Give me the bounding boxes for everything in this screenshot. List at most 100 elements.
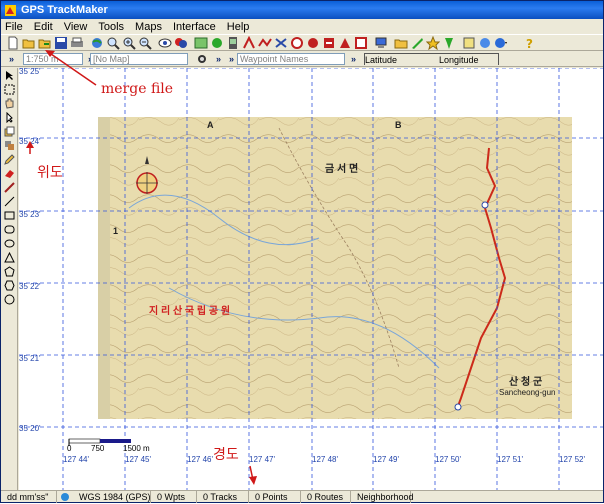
gps-send-icon[interactable] <box>290 36 304 50</box>
menu-edit[interactable]: Edit <box>34 21 53 33</box>
county-label: 산 청 군 <box>509 377 543 388</box>
menu-bar: File Edit View Tools Maps Interface Help <box>1 19 603 34</box>
view-eye-icon[interactable] <box>158 36 172 50</box>
status-globe-icon <box>61 492 69 501</box>
line-icon[interactable] <box>4 196 15 207</box>
grid-number-1: 1 <box>113 226 119 236</box>
double-chevron-icon[interactable]: » <box>9 54 19 64</box>
merge-file-icon[interactable] <box>38 36 52 50</box>
rectangle-select-icon[interactable] <box>4 84 15 95</box>
county-roman-label: Sancheong-gun <box>499 388 556 397</box>
status-neighborhood: Neighborhood <box>351 490 414 503</box>
longitude-annotation: 경도 <box>213 447 239 463</box>
latitude-annotation: 위도 <box>37 165 63 181</box>
scale-field[interactable]: 1:750 m <box>23 53 83 65</box>
help-icon[interactable]: ? <box>522 36 536 50</box>
coord-chevron-icon[interactable]: » <box>351 54 361 64</box>
park-label: 지 리 산 국 립 공 원 <box>149 306 231 317</box>
merge-file-annotation: merge file <box>101 81 174 97</box>
lon-label-2: 127 45' <box>125 455 151 464</box>
folder-icon[interactable] <box>394 36 408 50</box>
book-icon[interactable] <box>462 36 476 50</box>
menu-file[interactable]: File <box>5 21 23 33</box>
lon-label-4: 127 47' <box>249 455 275 464</box>
lon-label-5: 127 48' <box>312 455 338 464</box>
lat-label-3: 35 23' <box>19 210 41 219</box>
ellipse-icon[interactable] <box>4 238 15 249</box>
waypoint-names-field[interactable]: Waypoint Names <box>237 53 345 65</box>
secondary-toolbar: » 1:750 m » [No Map] » » Waypoint Names … <box>1 51 603 67</box>
zoom-in-icon[interactable] <box>122 36 136 50</box>
line-draw-icon[interactable] <box>4 182 15 193</box>
layer-tool-icon[interactable] <box>4 126 15 137</box>
lon-label-7: 127 50' <box>435 455 461 464</box>
lon-label-9: 127 52' <box>559 455 585 464</box>
map-edit-icon[interactable] <box>410 36 424 50</box>
rectangle-icon[interactable] <box>4 210 15 221</box>
menu-view[interactable]: View <box>64 21 88 33</box>
save-icon[interactable] <box>54 36 68 50</box>
track-tool-icon[interactable] <box>258 36 272 50</box>
pan-hand-icon[interactable] <box>4 98 15 109</box>
status-datum: WGS 1984 (GPS) <box>73 490 151 503</box>
waypoint-chevron-icon[interactable]: » <box>216 54 226 64</box>
menu-interface[interactable]: Interface <box>173 21 216 33</box>
zoom-out-icon[interactable] <box>138 36 152 50</box>
circle-icon[interactable] <box>4 294 15 305</box>
globe-settings-icon[interactable] <box>478 36 492 50</box>
green-ball-icon[interactable] <box>210 36 224 50</box>
window-title: GPS TrackMaker <box>21 4 108 16</box>
longitude-label: Longitude <box>439 53 499 65</box>
status-bar: dd mm'ss" WGS 1984 (GPS) 0 Wpts 0 Tracks… <box>1 490 603 503</box>
computer-icon[interactable] <box>374 36 388 50</box>
eraser-icon[interactable] <box>4 168 15 179</box>
map-target-icon[interactable] <box>197 54 207 64</box>
rounded-rect-icon[interactable] <box>4 224 15 235</box>
gps-device-icon[interactable] <box>226 36 240 50</box>
open-folder-icon[interactable] <box>22 36 36 50</box>
pointer-icon[interactable] <box>4 112 15 123</box>
select-arrow-icon[interactable] <box>4 70 15 81</box>
pencil-icon[interactable] <box>4 154 15 165</box>
svg-text:?: ? <box>526 37 533 50</box>
globe-dropdown-icon[interactable] <box>494 36 508 50</box>
map-field[interactable]: [No Map] <box>90 53 188 65</box>
scale-tick-0: 0 <box>67 444 72 453</box>
lat-label-2: 35 24' <box>19 137 41 146</box>
status-waypoints: 0 Wpts <box>151 490 197 503</box>
lon-label-8: 127 51' <box>497 455 523 464</box>
gps-tracklog-icon[interactable] <box>322 36 336 50</box>
map-canvas[interactable]: A B 1 금 서 면 지 리 산 국 립 공 원 산 청 군 Sancheon… <box>19 68 603 490</box>
pentagon-icon[interactable] <box>4 266 15 277</box>
main-toolbar: ? <box>1 34 603 51</box>
lon-label-1: 127 44' <box>63 455 89 464</box>
route-tool-icon[interactable] <box>274 36 288 50</box>
waypoint-tool-icon[interactable] <box>242 36 256 50</box>
triangle-icon[interactable] <box>4 252 15 263</box>
gps-route-icon[interactable] <box>338 36 352 50</box>
region-label: 금 서 면 <box>325 164 359 175</box>
globe-icon[interactable] <box>90 36 104 50</box>
copy-tool-icon[interactable] <box>4 140 15 151</box>
print-icon[interactable] <box>70 36 84 50</box>
star-icon[interactable] <box>426 36 440 50</box>
gps-receive-icon[interactable] <box>306 36 320 50</box>
scale-tick-1500: 1500 m <box>123 444 150 453</box>
app-icon <box>5 4 16 16</box>
pin-icon[interactable] <box>442 36 456 50</box>
lat-label-4: 35 22' <box>19 282 41 291</box>
menu-help[interactable]: Help <box>227 21 250 33</box>
map-layer-icon[interactable] <box>194 36 208 50</box>
gps-almanac-icon[interactable] <box>354 36 368 50</box>
new-file-icon[interactable] <box>6 36 20 50</box>
colors-icon[interactable] <box>174 36 188 50</box>
grid-letter-a: A <box>207 120 214 130</box>
menu-tools[interactable]: Tools <box>98 21 124 33</box>
menu-maps[interactable]: Maps <box>135 21 162 33</box>
lat-label-6: 35 20' <box>19 424 41 433</box>
zoom-icon[interactable] <box>106 36 120 50</box>
status-format: dd mm'ss" <box>1 490 57 503</box>
grid-letter-b: B <box>395 120 402 130</box>
hexagon-icon[interactable] <box>4 280 15 291</box>
app-window: GPS TrackMaker File Edit View Tools Maps… <box>0 0 604 503</box>
